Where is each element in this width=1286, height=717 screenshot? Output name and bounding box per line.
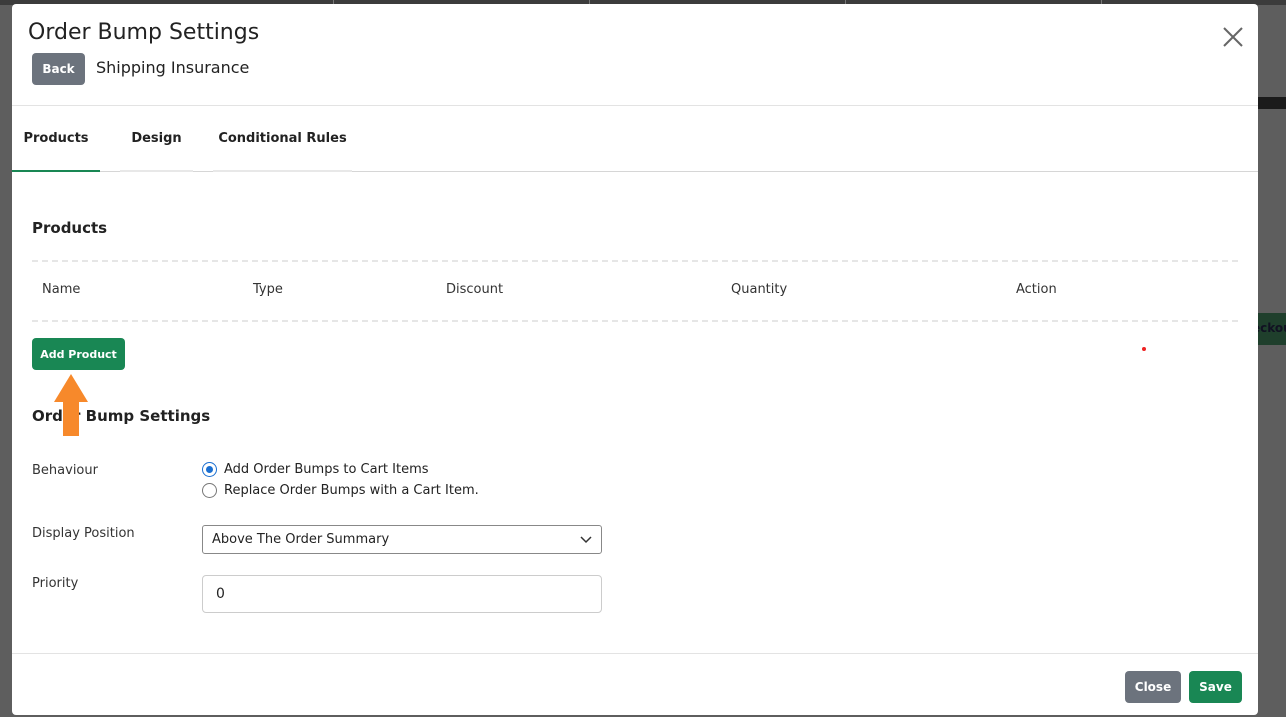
- column-discount: Discount: [446, 282, 504, 297]
- radio-label: Replace Order Bumps with a Cart Item.: [224, 483, 479, 498]
- column-action: Action: [1016, 282, 1057, 297]
- radio-add-to-cart[interactable]: Add Order Bumps to Cart Items: [202, 462, 429, 477]
- tab-design[interactable]: Design: [120, 106, 193, 172]
- priority-value: 0: [216, 586, 225, 602]
- tab-products[interactable]: Products: [12, 106, 100, 172]
- column-quantity: Quantity: [731, 282, 788, 297]
- column-type: Type: [253, 282, 283, 297]
- display-position-select[interactable]: Above The Order Summary: [202, 525, 602, 554]
- behaviour-label: Behaviour: [32, 463, 98, 478]
- radio-button[interactable]: [202, 483, 217, 498]
- add-product-button[interactable]: Add Product: [32, 338, 125, 370]
- priority-label: Priority: [32, 576, 79, 591]
- display-position-label: Display Position: [32, 526, 135, 541]
- tab-conditional-rules[interactable]: Conditional Rules: [213, 106, 352, 172]
- products-section-title: Products: [32, 219, 108, 237]
- tab-bar: Products Design Conditional Rules: [12, 106, 1258, 172]
- backdrop-checkout-button: eckou: [1258, 313, 1286, 345]
- close-icon[interactable]: [1220, 24, 1246, 50]
- modal-footer: Close Save: [12, 653, 1258, 715]
- priority-input[interactable]: 0: [202, 575, 602, 613]
- backdrop-bar: [1258, 97, 1286, 109]
- order-bump-settings-modal: Order Bump Settings Back Shipping Insura…: [12, 4, 1258, 715]
- column-name: Name: [42, 282, 81, 297]
- back-button[interactable]: Back: [32, 53, 85, 85]
- bump-name: Shipping Insurance: [96, 58, 250, 77]
- radio-button-checked[interactable]: [202, 462, 217, 477]
- close-button[interactable]: Close: [1125, 671, 1181, 703]
- modal-title: Order Bump Settings: [28, 20, 260, 45]
- save-button[interactable]: Save: [1189, 671, 1242, 703]
- cursor-dot: [1142, 347, 1146, 351]
- modal-header: Order Bump Settings Back Shipping Insura…: [12, 4, 1258, 106]
- select-value: Above The Order Summary: [212, 532, 390, 547]
- products-table-header: Name Type Discount Quantity Action: [32, 260, 1238, 322]
- arrow-up-icon: [54, 374, 88, 436]
- backdrop-checkout-label: eckou: [1258, 321, 1286, 335]
- chevron-down-icon: [580, 536, 592, 544]
- radio-label: Add Order Bumps to Cart Items: [224, 462, 429, 477]
- radio-replace-cart-item[interactable]: Replace Order Bumps with a Cart Item.: [202, 483, 479, 498]
